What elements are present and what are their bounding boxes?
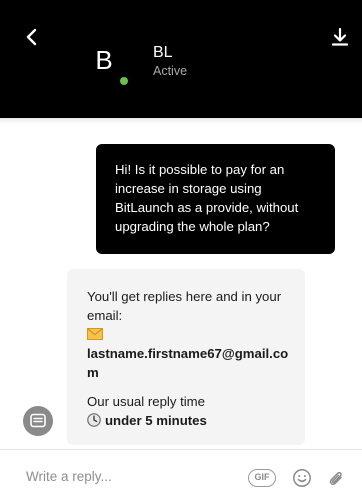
incoming-message: You'll get replies here and in your emai… bbox=[67, 269, 305, 445]
download-icon bbox=[331, 27, 349, 46]
envelope-icon bbox=[87, 328, 103, 340]
attach-button[interactable] bbox=[326, 468, 346, 488]
outgoing-message: Hi! Is it possible to pay for an increas… bbox=[96, 144, 335, 254]
presence-indicator bbox=[120, 77, 128, 85]
chat-bot-icon bbox=[30, 413, 46, 428]
chevron-left-icon bbox=[26, 28, 37, 46]
reply-input[interactable] bbox=[26, 466, 226, 486]
paperclip-icon bbox=[329, 471, 342, 485]
reply-time-label: Our usual reply time bbox=[87, 394, 205, 409]
reply-time-row: under 5 minutes bbox=[87, 411, 291, 430]
composer-divider bbox=[0, 449, 362, 450]
chat-window: B BL Active Hi! Is it possible to pay fo… bbox=[0, 0, 362, 502]
download-button[interactable] bbox=[329, 26, 351, 48]
agent-avatar: B bbox=[95, 45, 113, 75]
clock-icon bbox=[87, 413, 101, 427]
agent-name: BL bbox=[153, 44, 173, 61]
bot-avatar bbox=[23, 406, 53, 436]
gif-button[interactable]: GIF bbox=[248, 469, 276, 487]
reply-time: under 5 minutes bbox=[105, 413, 207, 428]
agent-status: Active bbox=[153, 64, 188, 78]
conversation-header: B BL Active bbox=[0, 0, 362, 118]
emoji-button[interactable] bbox=[292, 468, 312, 488]
back-button[interactable] bbox=[20, 25, 44, 49]
header-shadow bbox=[0, 118, 362, 124]
email-address: lastname.firstname67@gmail.com bbox=[87, 346, 289, 380]
notify-text: You'll get replies here and in your emai… bbox=[87, 289, 282, 323]
emoji-icon bbox=[293, 469, 311, 487]
